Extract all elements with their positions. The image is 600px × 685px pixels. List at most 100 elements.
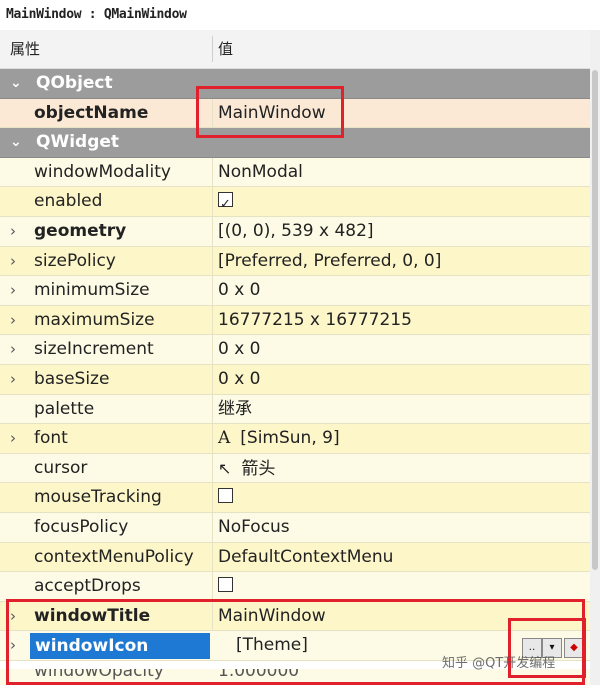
property-value[interactable]: NoFocus [218,513,290,542]
property-name: contextMenuPolicy [34,546,194,567]
property-value[interactable]: 16777215 x 16777215 [218,306,412,335]
enabled-checkbox[interactable] [218,190,233,219]
arrow-cursor-icon: ↖ [218,458,232,478]
row-mousetracking[interactable]: mouseTracking [0,483,590,513]
scrollbar-thumb[interactable] [592,70,598,570]
property-name: sizePolicy [34,250,116,271]
group-qwidget[interactable]: ⌄ QWidget [0,128,590,158]
font-value-text: [SimSun, 9] [240,428,340,449]
column-divider [212,394,213,424]
property-name: geometry [34,220,127,241]
property-value[interactable]: A [SimSun, 9] [218,424,340,453]
column-divider [212,246,213,276]
chevron-right-icon[interactable]: › [10,247,16,276]
column-divider [212,542,213,572]
property-value[interactable]: [Theme] [236,631,308,660]
row-font[interactable]: › font A [SimSun, 9] [0,424,590,454]
property-value[interactable]: 0 x 0 [218,365,261,394]
font-icon: A [218,428,231,449]
chevron-right-icon[interactable]: › [10,276,16,305]
revert-icon[interactable]: ◆ [564,638,584,658]
vertical-scrollbar[interactable] [590,30,600,685]
property-name: palette [34,398,95,419]
property-name: acceptDrops [34,576,141,597]
chevron-right-icon[interactable]: › [10,631,16,660]
property-value[interactable]: ↖ 箭头 [218,454,275,484]
property-value[interactable]: DefaultContextMenu [218,543,393,572]
column-divider [212,424,213,453]
chevron-right-icon[interactable]: › [10,335,16,364]
watermark: 知乎 @QT开发编程 [442,656,556,671]
column-divider [212,276,213,305]
property-name: sizeIncrement [34,339,154,360]
row-windowtitle[interactable]: › windowTitle MainWindow [0,601,590,632]
row-maximumsize[interactable]: › maximumSize 16777215 x 16777215 [0,305,590,336]
column-divider [212,157,213,187]
row-acceptdrops[interactable]: acceptDrops [0,572,590,602]
property-table: ⌄ QObject objectName MainWindow ⌄ QWidge… [0,69,590,661]
chevron-right-icon[interactable]: › [10,365,16,394]
row-sizeincrement[interactable]: › sizeIncrement 0 x 0 [0,335,590,365]
column-divider [212,453,213,483]
property-name: minimumSize [34,280,150,301]
group-qobject[interactable]: ⌄ QObject [0,69,590,99]
row-windowmodality[interactable]: windowModality NonModal [0,157,590,188]
property-name: baseSize [34,368,110,389]
property-value[interactable]: 0 x 0 [218,335,261,364]
row-sizepolicy[interactable]: › sizePolicy [Preferred, Preferred, 0, 0… [0,246,590,277]
column-divider [212,364,213,394]
property-name: enabled [34,191,103,212]
chevron-right-icon[interactable]: › [10,306,16,335]
chevron-right-icon[interactable]: › [10,602,16,631]
chevron-down-icon[interactable]: ⌄ [10,128,22,157]
property-name: windowTitle [34,605,151,626]
column-divider [212,483,213,512]
property-value[interactable]: 0 x 0 [218,276,261,305]
column-divider [212,216,213,246]
row-cursor[interactable]: cursor ↖ 箭头 [0,453,590,484]
property-value[interactable]: [Preferred, Preferred, 0, 0] [218,247,441,276]
property-table-header: 属性 值 [0,30,590,69]
property-name: objectName [34,102,149,123]
row-focuspolicy[interactable]: focusPolicy NoFocus [0,512,590,543]
group-label: QWidget [36,132,120,153]
property-column-header[interactable]: 属性 [10,30,40,68]
row-minimumsize[interactable]: › minimumSize 0 x 0 [0,276,590,306]
acceptdrops-checkbox[interactable] [218,576,233,592]
property-name: cursor [34,457,88,478]
row-geometry[interactable]: › geometry [(0, 0), 539 x 482] [0,216,590,247]
row-contextmenupolicy[interactable]: contextMenuPolicy DefaultContextMenu [0,542,590,573]
selected-property-name[interactable]: windowIcon [30,633,210,660]
row-enabled[interactable]: enabled [0,187,590,219]
property-value[interactable]: NonModal [218,158,303,187]
column-divider [212,572,213,601]
row-windowopacity-partial[interactable]: windowOpacity 1.000000 [0,669,590,685]
window-title: MainWindow : QMainWindow [6,7,187,22]
property-name: maximumSize [34,309,155,330]
property-name: mouseTracking [34,487,162,508]
row-objectname[interactable]: objectName MainWindow [0,98,590,129]
header-divider [212,36,213,62]
group-label: QObject [36,73,113,93]
mousetracking-checkbox[interactable] [218,487,233,503]
row-basesize[interactable]: › baseSize 0 x 0 [0,364,590,395]
property-value[interactable]: MainWindow [218,99,326,128]
chevron-right-icon[interactable]: › [10,424,16,453]
column-divider [212,98,213,128]
property-value: 1.000000 [218,669,300,681]
property-name: font [34,428,68,449]
property-name: windowOpacity [34,669,164,681]
column-divider [212,512,213,542]
value-column-header[interactable]: 值 [218,30,233,68]
chevron-down-icon[interactable]: ⌄ [10,69,22,98]
cursor-value-text: 箭头 [241,458,276,479]
column-divider [212,305,213,335]
property-name: focusPolicy [34,516,129,537]
row-palette[interactable]: palette 继承 [0,394,590,425]
column-divider [212,335,213,364]
property-value[interactable]: MainWindow [218,602,326,631]
property-value[interactable]: 继承 [218,395,252,424]
column-divider [212,187,213,216]
property-value[interactable]: [(0, 0), 539 x 482] [218,217,374,246]
chevron-right-icon[interactable]: › [10,217,16,246]
